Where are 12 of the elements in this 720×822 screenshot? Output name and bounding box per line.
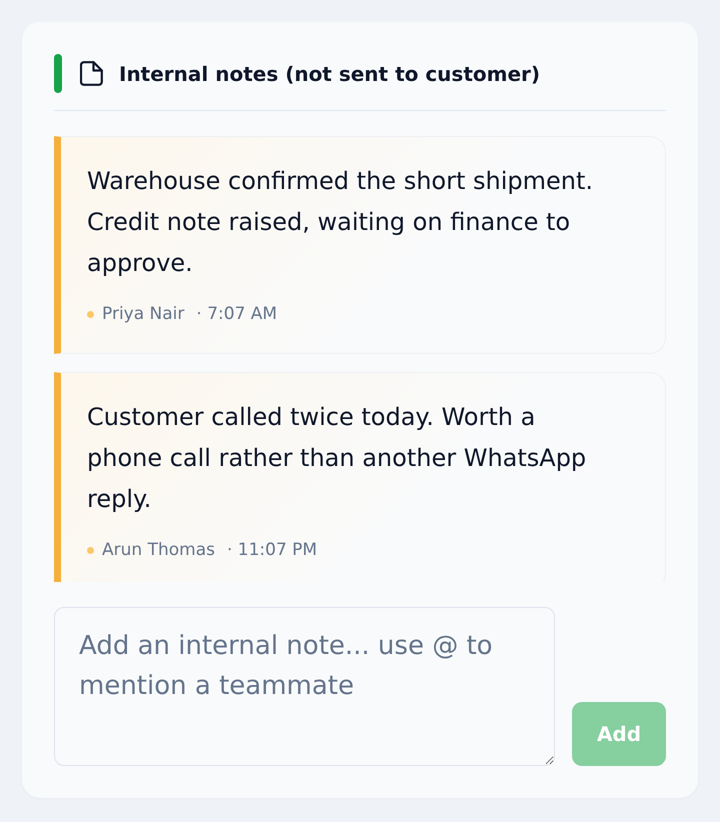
note-time: · 11:07 PM xyxy=(226,540,318,560)
note-author: Priya Nair xyxy=(102,304,184,324)
note-input-field[interactable]: Add an internal note... use @ to mention a teammate xyxy=(54,607,555,766)
file-icon xyxy=(80,61,103,86)
panel-title: Internal notes (not sent to customer) xyxy=(119,62,540,86)
note-author: Arun Thomas xyxy=(102,540,215,560)
note-text: Customer called twice today. Worth a phone call rather than another WhatsApp reply. xyxy=(87,402,588,515)
note-text: Warehouse confirmed the short shipment. Credit note raised, waiting on finance to approve. xyxy=(87,166,594,279)
note-time: · 7:07 AM xyxy=(196,304,278,324)
author-dot-icon xyxy=(87,310,94,318)
author-dot-icon xyxy=(87,546,94,554)
accent-bar xyxy=(54,54,62,93)
